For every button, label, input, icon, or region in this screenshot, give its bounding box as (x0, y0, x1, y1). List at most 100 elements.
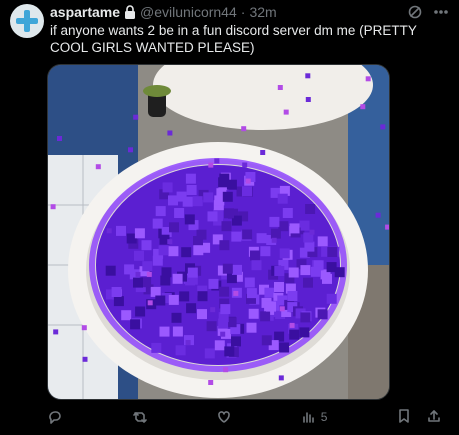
portal-pixel (304, 241, 315, 252)
portal-pixel (218, 318, 229, 329)
share-button[interactable] (426, 408, 442, 427)
avatar[interactable] (10, 4, 44, 38)
portal-pixel (184, 214, 195, 225)
portal-pixel (222, 191, 233, 202)
portal-pixel (130, 319, 141, 330)
display-name[interactable]: aspartame (50, 4, 120, 20)
particle (210, 307, 216, 313)
particle (185, 340, 191, 345)
portal-pixel (172, 326, 183, 337)
particle (50, 204, 56, 210)
portal-pixel (300, 312, 311, 323)
portal-pixel (282, 208, 293, 218)
particle (133, 114, 139, 120)
portal-pixel (269, 216, 280, 227)
particle (167, 239, 173, 245)
portal-pixel (141, 240, 152, 251)
retweet-button[interactable] (132, 409, 148, 425)
portal-pixel (105, 265, 116, 276)
portal-pixel (242, 186, 252, 197)
portal-pixel (220, 304, 231, 315)
portal-pixel (232, 264, 242, 275)
portal-pixel (274, 266, 285, 276)
particle (146, 271, 152, 277)
portal-pixel (158, 245, 169, 256)
portal-pixel (231, 231, 242, 242)
views-button[interactable]: 5 (301, 409, 327, 425)
portal-pixel (134, 228, 145, 239)
portal-pixel (231, 336, 241, 347)
particle (57, 136, 62, 141)
particle (242, 162, 248, 168)
portal-pixel (204, 348, 215, 359)
portal-pixel (193, 245, 204, 256)
portal-pixel (326, 293, 337, 304)
portal-pixel (300, 265, 311, 276)
portal-pixel (152, 218, 163, 229)
lock-icon (124, 5, 136, 19)
particle (283, 109, 289, 115)
portal-pixel (187, 267, 198, 278)
portal-pixel (168, 294, 179, 305)
portal-pixel (207, 211, 218, 222)
particle (365, 76, 371, 82)
particle (82, 356, 88, 362)
particle (289, 322, 295, 328)
portal-pixel (317, 236, 328, 247)
portal-pixel (124, 264, 135, 275)
portal-pixel (111, 287, 122, 297)
portal-pixel (186, 303, 197, 314)
particle (260, 150, 266, 155)
particle (278, 375, 284, 381)
portal-pixel (169, 222, 179, 233)
portal-pixel (261, 335, 272, 346)
more-icon[interactable] (433, 4, 449, 25)
bookmark-button[interactable] (396, 408, 412, 427)
views-icon (302, 412, 314, 423)
post-media[interactable] (47, 64, 390, 400)
post[interactable]: aspartame @evilunicorn44 · 32m if anyone… (0, 0, 459, 435)
particle (279, 306, 285, 312)
portal-pixel (224, 346, 235, 357)
particle (53, 329, 59, 335)
portal-pixel (310, 266, 321, 277)
share-icon (428, 409, 440, 422)
portal-pixel (174, 208, 185, 218)
particle (241, 126, 247, 132)
timestamp[interactable]: 32m (249, 4, 276, 20)
portal-pixel (287, 291, 298, 301)
portal-pixel (260, 246, 271, 257)
portal-pixel (116, 225, 126, 236)
particle (147, 300, 153, 306)
portal-pixel (171, 312, 182, 323)
action-bar: 5 (47, 407, 442, 427)
portal-pixel (135, 306, 146, 317)
like-button[interactable] (216, 409, 232, 425)
portal-pixel (160, 275, 171, 286)
portal-pixel (197, 309, 207, 320)
portal-pixel (248, 308, 259, 319)
reply-button[interactable] (47, 409, 63, 425)
portal-pixel (206, 321, 217, 332)
portal-pixel (224, 208, 234, 219)
particle (245, 178, 251, 184)
particle (223, 367, 229, 373)
handle[interactable]: @evilunicorn44 (140, 4, 237, 20)
particle (128, 147, 133, 153)
portal-pixel (203, 192, 214, 203)
portal-pixel (274, 282, 284, 292)
portal-pixel (242, 229, 253, 240)
portal-pixel (289, 223, 300, 234)
like-icon (218, 411, 230, 423)
portal-pixel (179, 291, 190, 302)
particle (360, 104, 366, 110)
particle (81, 325, 87, 331)
portal-pixel (185, 173, 196, 184)
particle (305, 97, 311, 102)
particle (106, 228, 112, 234)
portal-pixel (244, 277, 255, 288)
particle (277, 85, 283, 90)
portal-pixel (186, 185, 197, 195)
portal-pixel (251, 260, 262, 271)
portal-pixel (133, 277, 143, 288)
